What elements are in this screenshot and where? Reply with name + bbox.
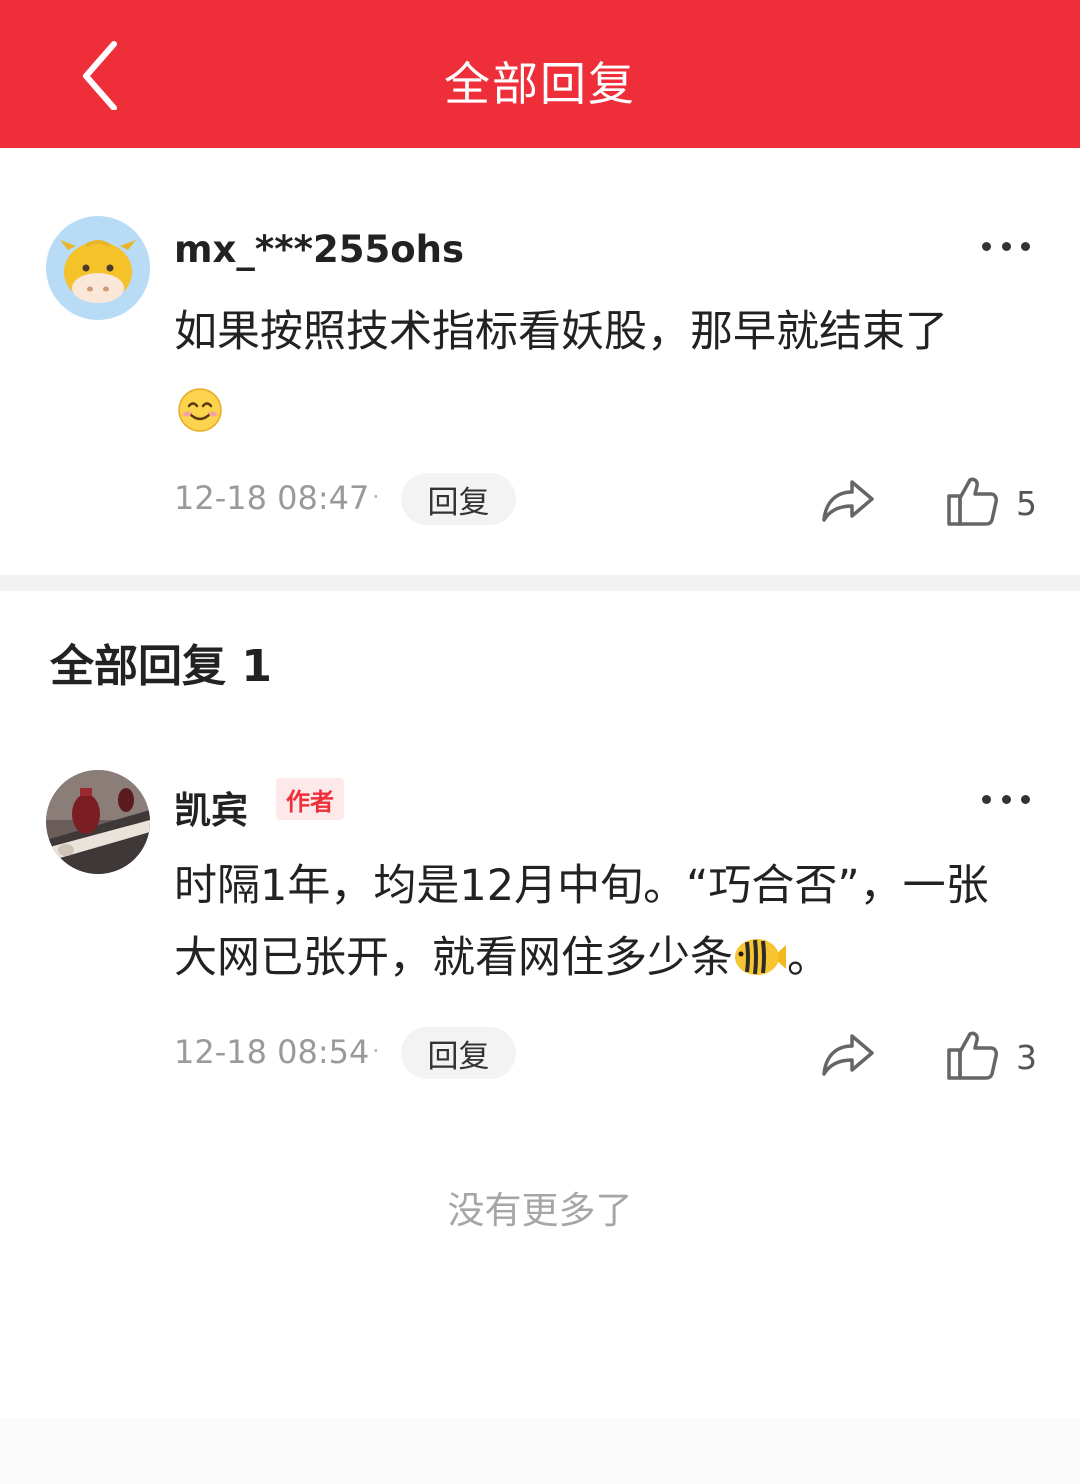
thumbs-up-icon	[947, 1031, 998, 1080]
like-count: 3	[1016, 1038, 1037, 1077]
reply-text: 时隔1年，均是12月中旬。“巧合否”，一张 大网已张开，就看网住多少条 。	[174, 850, 1024, 994]
separator-dot: ·	[372, 483, 380, 511]
reply-text-end: 。	[787, 933, 830, 983]
avatar[interactable]	[46, 770, 150, 874]
dot	[1021, 241, 1030, 251]
reply-timestamp: 12-18 08:54	[174, 1033, 370, 1071]
comment-text: 如果按照技术指标看妖股，那早就结束了	[174, 296, 1024, 440]
more-options-button[interactable]	[976, 779, 1036, 819]
share-arrow-icon	[822, 480, 874, 522]
reply-button[interactable]: 回复	[401, 1027, 516, 1079]
share-button[interactable]	[818, 1028, 878, 1080]
comment-body: 如果按照技术指标看妖股，那早就结束了	[174, 307, 948, 357]
like-button[interactable]: 3	[944, 1028, 1044, 1084]
reply-text-line1: 时隔1年，均是12月中旬。“巧合否”，一张	[174, 861, 989, 911]
like-count: 5	[1016, 484, 1037, 523]
like-button[interactable]: 5	[944, 474, 1044, 530]
photo-avatar-icon	[46, 770, 150, 874]
username[interactable]: mx_***255ohs	[174, 228, 464, 271]
reply-text-line2: 大网已张开，就看网住多少条	[174, 933, 733, 983]
username[interactable]: 凯宾	[174, 780, 248, 834]
top-bar: 全部回复	[0, 0, 1080, 148]
dot	[1001, 241, 1011, 251]
bottom-strip	[0, 1418, 1080, 1484]
smile-emoji-icon	[178, 387, 222, 432]
dot	[982, 794, 991, 804]
avatar[interactable]	[46, 216, 150, 320]
more-options-button[interactable]	[976, 226, 1036, 266]
replies-section-title: 全部回复 1	[50, 641, 272, 692]
comment-timestamp: 12-18 08:47	[174, 479, 370, 517]
share-arrow-icon	[822, 1034, 874, 1076]
page-title: 全部回复	[444, 57, 636, 111]
author-badge: 作者	[276, 778, 344, 820]
cow-avatar-icon	[46, 216, 150, 320]
separator-dot: ·	[372, 1037, 380, 1065]
dot	[982, 241, 991, 251]
share-button[interactable]	[818, 474, 878, 526]
dot	[1001, 794, 1011, 804]
no-more-text: 没有更多了	[447, 1189, 633, 1232]
reply-button[interactable]: 回复	[401, 473, 516, 525]
page: 全部回复 mx_***255ohs 如果按照技术指标看妖股，那早就结束了 12-…	[0, 0, 1080, 1484]
dot	[1021, 794, 1030, 804]
fish-emoji-icon	[735, 938, 786, 975]
section-divider	[0, 575, 1080, 591]
thumbs-up-icon	[947, 477, 998, 526]
